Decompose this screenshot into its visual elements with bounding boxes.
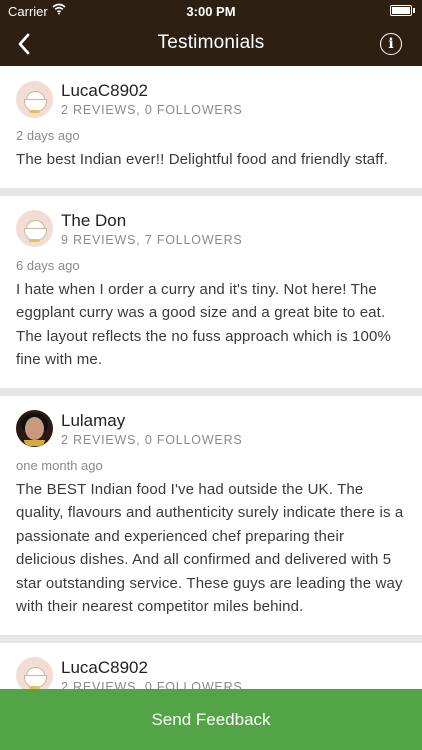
review-card: The Don 9 REVIEWS, 7 FOLLOWERS 6 days ag…: [0, 195, 422, 388]
review-date: one month ago: [16, 457, 103, 473]
review-card: Lulamay 2 REVIEWS, 0 FOLLOWERS one month…: [0, 395, 422, 635]
reviewer-stats: 9 REVIEWS, 7 FOLLOWERS: [61, 232, 243, 247]
review-text: The best Indian ever!! Delightful food a…: [16, 151, 388, 168]
back-button[interactable]: [10, 30, 38, 58]
status-time: 3:00 PM: [186, 4, 236, 19]
reviewer-name[interactable]: Lulamay: [61, 411, 243, 431]
reviewer-stats: 2 REVIEWS, 0 FOLLOWERS: [61, 432, 243, 447]
info-icon: i: [388, 36, 394, 52]
review-text: I hate when I order a curry and it's tin…: [16, 280, 391, 369]
review-date: 2 days ago: [16, 128, 80, 143]
reviewer-name[interactable]: The Don: [61, 211, 243, 231]
top-bar: Carrier 3:00 PM Testimonials i: [0, 0, 422, 66]
page-title: Testimonials: [157, 32, 265, 53]
review-date: 6 days ago: [16, 257, 80, 273]
battery-icon: [390, 5, 415, 16]
review-text: The BEST Indian food I've had outside th…: [16, 480, 404, 616]
status-bar: Carrier 3:00 PM: [0, 0, 422, 22]
reviewer-name[interactable]: LucaC8902: [61, 658, 243, 678]
send-feedback-button[interactable]: Send Feedback: [0, 689, 422, 750]
info-button[interactable]: i: [380, 33, 402, 55]
chevron-left-icon: [18, 33, 30, 55]
reviewer-name[interactable]: LucaC8902: [61, 81, 243, 101]
navigation-bar: Testimonials i: [0, 22, 422, 66]
avatar: [16, 80, 53, 118]
reviewer-stats: 2 REVIEWS, 0 FOLLOWERS: [61, 103, 243, 117]
review-card: LucaC8902 2 REVIEWS, 0 FOLLOWERS 2 days …: [0, 66, 422, 188]
avatar: [16, 410, 53, 447]
testimonials-list: LucaC8902 2 REVIEWS, 0 FOLLOWERS 2 days …: [0, 66, 422, 721]
avatar: [16, 210, 53, 247]
